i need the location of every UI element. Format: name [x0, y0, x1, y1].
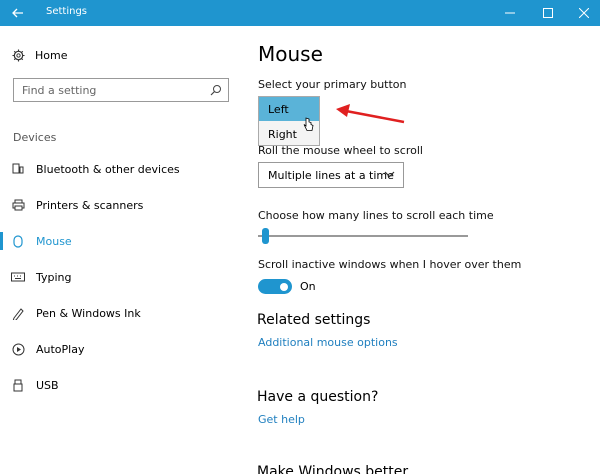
- printer-icon: [12, 199, 24, 211]
- sidebar-item-autoplay[interactable]: AutoPlay: [0, 337, 230, 361]
- lines-label: Choose how many lines to scroll each tim…: [258, 209, 494, 222]
- sidebar-item-label: USB: [36, 378, 59, 392]
- question-title: Have a question?: [257, 389, 379, 405]
- maximize-button[interactable]: [532, 0, 564, 26]
- close-button[interactable]: [568, 0, 600, 26]
- chevron-down-icon: [384, 171, 395, 178]
- primary-button-dropdown[interactable]: Left Right: [258, 96, 320, 146]
- toggle-state-text: On: [300, 280, 316, 293]
- lines-slider-thumb[interactable]: [262, 228, 269, 244]
- sidebar-item-usb[interactable]: USB: [0, 373, 230, 397]
- nav-home[interactable]: Home: [12, 46, 67, 64]
- make-windows-better-title: Make Windows better: [257, 464, 409, 474]
- related-settings-title: Related settings: [257, 312, 371, 328]
- maximize-icon: [543, 8, 553, 18]
- close-icon: [579, 8, 589, 18]
- scroll-mode-select[interactable]: Multiple lines at a time: [258, 162, 404, 188]
- autoplay-icon: [12, 343, 24, 355]
- bluetooth-devices-icon: [12, 163, 24, 174]
- keyboard-icon: [11, 272, 25, 282]
- sidebar-item-typing[interactable]: Typing: [0, 265, 230, 289]
- sidebar-item-label: Mouse: [36, 234, 72, 248]
- sidebar-item-pen[interactable]: Pen & Windows Ink: [0, 301, 230, 325]
- sidebar-item-label: Pen & Windows Ink: [36, 306, 141, 320]
- toggle-knob: [280, 282, 288, 291]
- minimize-icon: [505, 12, 515, 14]
- scroll-mode-value: Multiple lines at a time: [268, 168, 394, 182]
- search-placeholder: Find a setting: [22, 84, 97, 97]
- sidebar-item-mouse[interactable]: Mouse: [0, 229, 230, 253]
- usb-icon: [13, 379, 23, 391]
- primary-button-label: Select your primary button: [258, 78, 407, 91]
- inactive-scroll-toggle[interactable]: [258, 279, 292, 294]
- pen-icon: [12, 307, 24, 320]
- sidebar-item-printers[interactable]: Printers & scanners: [0, 193, 230, 217]
- annotation-arrow: [336, 104, 405, 124]
- search-icon: [210, 85, 221, 96]
- page-title: Mouse: [258, 42, 323, 66]
- sidebar-item-label: Typing: [36, 270, 72, 284]
- sidebar-item-label: Bluetooth & other devices: [36, 162, 180, 176]
- back-button[interactable]: [0, 0, 36, 26]
- nav-home-label: Home: [35, 48, 68, 62]
- lines-slider-track[interactable]: [258, 235, 468, 237]
- gear-icon: [12, 48, 25, 62]
- inactive-scroll-label: Scroll inactive windows when I hover ove…: [258, 258, 522, 271]
- sidebar-item-label: AutoPlay: [36, 342, 85, 356]
- additional-mouse-options-link[interactable]: Additional mouse options: [258, 336, 398, 349]
- search-input[interactable]: Find a setting: [13, 78, 229, 102]
- mouse-icon: [13, 234, 23, 248]
- sidebar-item-bluetooth[interactable]: Bluetooth & other devices: [0, 157, 230, 181]
- title-bar: Settings: [0, 0, 600, 26]
- back-arrow-icon: [12, 8, 23, 18]
- mouse-cursor-icon: [303, 117, 314, 131]
- active-indicator: [0, 232, 3, 250]
- sidebar-item-label: Printers & scanners: [36, 198, 144, 212]
- window-title: Settings: [46, 6, 88, 17]
- minimize-button[interactable]: [494, 0, 526, 26]
- nav-section-devices: Devices: [13, 131, 57, 144]
- get-help-link[interactable]: Get help: [258, 413, 305, 426]
